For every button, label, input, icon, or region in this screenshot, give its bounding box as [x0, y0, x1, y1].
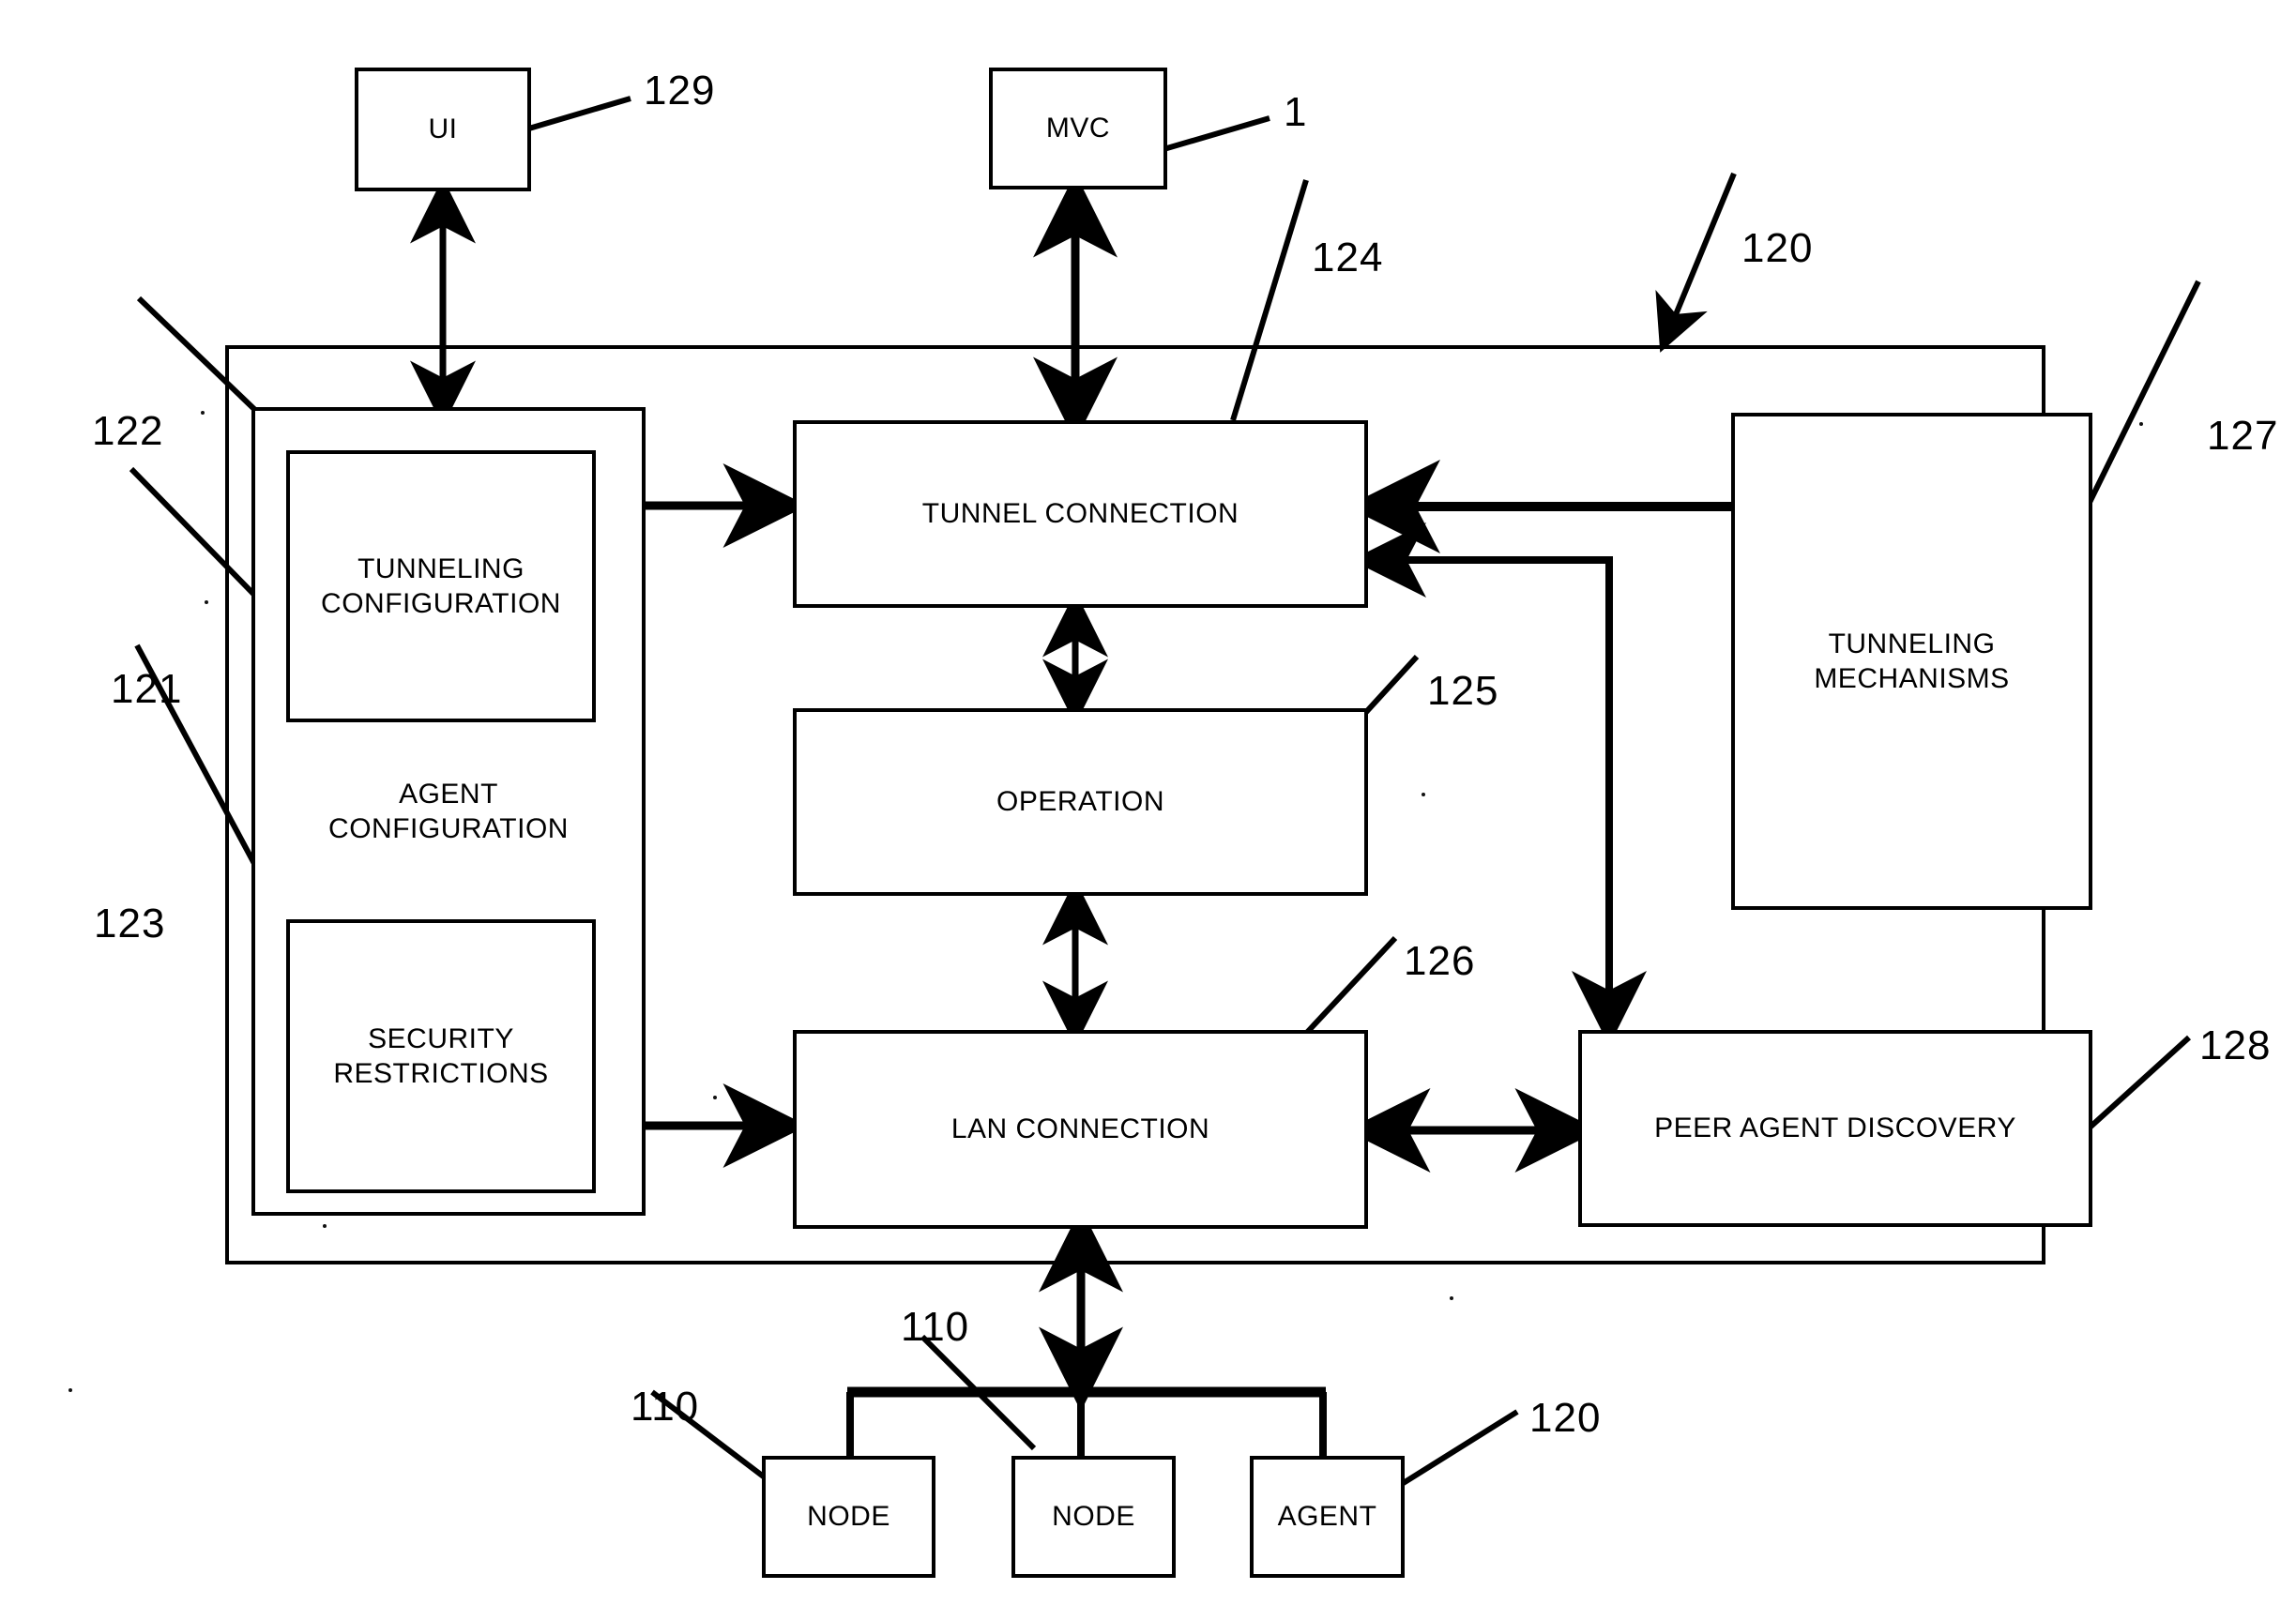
scan-speck	[323, 1224, 327, 1228]
ref-127: 127	[2207, 413, 2279, 459]
block-mvc[interactable]: MVC	[989, 68, 1167, 189]
ref-110-middle: 110	[901, 1304, 970, 1350]
ref-124: 124	[1312, 235, 1384, 280]
block-operation[interactable]: OPERATION	[793, 708, 1368, 896]
scan-speck	[1422, 793, 1425, 796]
ref-123: 123	[94, 901, 166, 946]
block-node-left[interactable]: NODE	[762, 1456, 935, 1578]
block-agent-configuration-label: AGENT CONFIGURATION	[328, 778, 569, 845]
block-peer-agent-discovery[interactable]: PEER AGENT DISCOVERY	[1578, 1030, 2092, 1227]
block-agent-bottom-label: AGENT	[1277, 1501, 1377, 1533]
ref-128: 128	[2199, 1022, 2272, 1068]
ref-1: 1	[1284, 89, 1308, 135]
ref-126: 126	[1404, 938, 1476, 984]
block-lan-connection[interactable]: LAN CONNECTION	[793, 1030, 1368, 1229]
block-ui[interactable]: UI	[355, 68, 531, 191]
network-bus	[846, 1386, 1327, 1461]
block-tunnel-connection-label: TUNNEL CONNECTION	[921, 498, 1239, 530]
block-security-restrictions[interactable]: SECURITY RESTRICTIONS	[286, 919, 596, 1193]
ref-122: 122	[92, 408, 164, 454]
block-peer-agent-discovery-label: PEER AGENT DISCOVERY	[1654, 1113, 2016, 1144]
block-node-middle[interactable]: NODE	[1011, 1456, 1176, 1578]
block-operation-label: OPERATION	[996, 786, 1164, 818]
ref-120-bottom: 120	[1529, 1395, 1602, 1441]
block-tunneling-configuration[interactable]: TUNNELING CONFIGURATION	[286, 450, 596, 722]
scan-speck	[68, 1388, 72, 1392]
block-agent-bottom[interactable]: AGENT	[1250, 1456, 1405, 1578]
block-ui-label: UI	[428, 114, 458, 145]
scan-speck	[201, 411, 205, 415]
scan-speck	[1450, 1296, 1453, 1300]
scan-speck	[2139, 422, 2143, 426]
ref-110-left: 110	[631, 1384, 700, 1430]
patent-figure: UI MVC AGENT CONFIGURATION TUNNELING CON…	[0, 0, 2296, 1620]
block-mvc-label: MVC	[1045, 113, 1111, 144]
block-lan-connection-label: LAN CONNECTION	[950, 1113, 1210, 1145]
ref-121: 121	[111, 666, 183, 712]
block-node-middle-label: NODE	[1052, 1501, 1135, 1533]
scan-speck	[713, 1096, 717, 1099]
scan-speck	[205, 600, 208, 604]
ref-120-top: 120	[1741, 225, 1814, 271]
block-node-left-label: NODE	[807, 1501, 890, 1533]
ref-129: 129	[644, 68, 716, 114]
block-tunnel-connection[interactable]: TUNNEL CONNECTION	[793, 420, 1368, 608]
block-tunneling-configuration-label: TUNNELING CONFIGURATION	[321, 553, 561, 620]
block-tunneling-mechanisms[interactable]: TUNNELING MECHANISMS	[1731, 413, 2092, 910]
block-security-restrictions-label: SECURITY RESTRICTIONS	[333, 1022, 549, 1090]
ref-125: 125	[1427, 668, 1499, 714]
block-tunneling-mechanisms-label: TUNNELING MECHANISMS	[1814, 628, 2010, 695]
